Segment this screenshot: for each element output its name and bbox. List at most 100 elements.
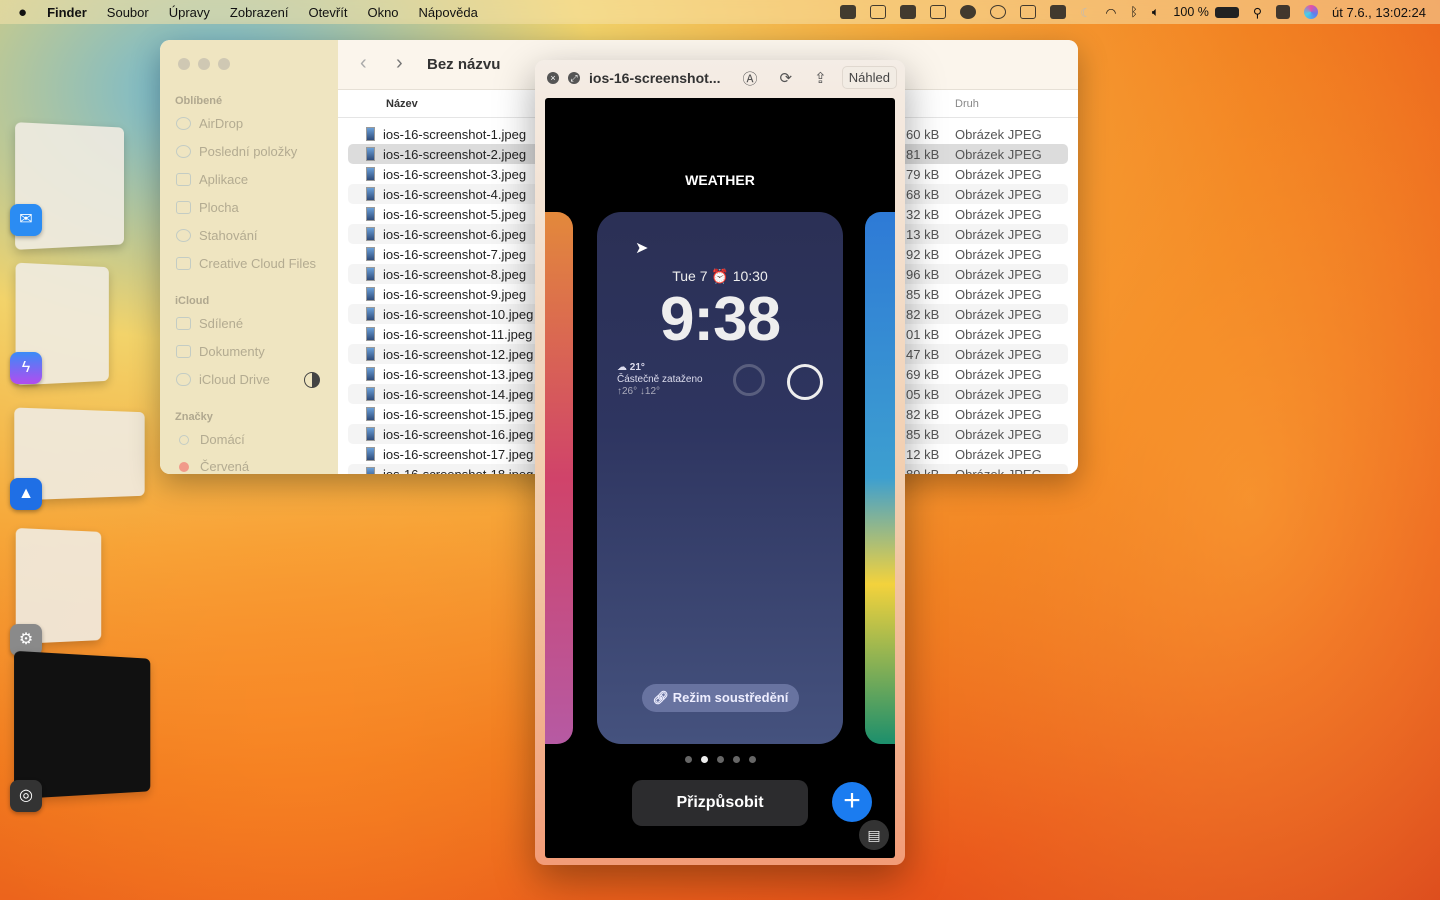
- volume-icon[interactable]: 🔈︎: [1152, 5, 1160, 20]
- add-icon: +: [832, 782, 872, 822]
- minimize-button[interactable]: [198, 58, 210, 70]
- column-kind[interactable]: Druh: [955, 98, 979, 110]
- menu-app-finder[interactable]: Finder: [47, 5, 87, 20]
- tag-dot-icon: [179, 435, 189, 445]
- quicklook-window: × ⤢ ios-16-screenshot... Ⓐ ⟳ ⇪ Náhled WE…: [535, 60, 905, 865]
- sidebar-item-documents[interactable]: Dokumenty: [176, 344, 265, 359]
- quicktime-app-icon: ◎: [10, 780, 42, 812]
- lock-date: Tue 7 ⏰ 10:30: [597, 268, 843, 285]
- file-name: ios-16-screenshot-18.jpeg: [383, 467, 533, 475]
- battery-icon[interactable]: [1215, 7, 1239, 18]
- sidebar-item-shared[interactable]: Sdílené: [176, 316, 243, 331]
- alarm-time: 10:30: [733, 268, 768, 284]
- jpeg-thumbnail-icon: [366, 427, 375, 441]
- file-size: 79 kB: [906, 167, 939, 182]
- close-icon[interactable]: ×: [547, 72, 559, 84]
- sidebar-tag-red[interactable]: Červená: [176, 459, 249, 474]
- file-size: 82 kB: [906, 407, 939, 422]
- red-tag-dot-icon: [179, 462, 189, 472]
- sidebar-item-recents[interactable]: Poslední položky: [176, 144, 297, 159]
- file-size: 69 kB: [906, 367, 939, 382]
- open-with-preview-button[interactable]: Náhled: [842, 66, 897, 89]
- close-button[interactable]: [178, 58, 190, 70]
- jpeg-thumbnail-icon: [366, 467, 375, 474]
- siri-icon[interactable]: [1304, 5, 1318, 19]
- control-center-icon[interactable]: [1276, 5, 1290, 19]
- jpeg-thumbnail-icon: [366, 307, 375, 321]
- icloud-sync-status-icon[interactable]: [304, 372, 320, 388]
- sidebar-item-label: Poslední položky: [199, 144, 297, 159]
- display-flag-icon[interactable]: [900, 5, 916, 19]
- file-name: ios-16-screenshot-2.jpeg: [383, 147, 526, 162]
- file-size: 47 kB: [906, 347, 939, 362]
- sidebar-section-tags: Značky: [175, 411, 213, 423]
- dropbox-icon[interactable]: [930, 5, 946, 19]
- file-kind: Obrázek JPEG: [955, 447, 1042, 462]
- back-button[interactable]: ‹: [360, 52, 367, 75]
- fullscreen-icon[interactable]: ⤢: [568, 72, 580, 84]
- file-name: ios-16-screenshot-7.jpeg: [383, 247, 526, 262]
- menu-clock[interactable]: út 7.6., 13:02:24: [1332, 5, 1426, 20]
- sidebar-tag-home[interactable]: Domácí: [176, 432, 245, 447]
- desktop-icon: [176, 201, 191, 214]
- moon-icon[interactable]: ☾: [1080, 5, 1091, 20]
- jpeg-thumbnail-icon: [366, 407, 375, 421]
- sidebar-item-creative-cloud[interactable]: Creative Cloud Files: [176, 256, 316, 271]
- menu-file[interactable]: Soubor: [107, 5, 149, 20]
- wifi-icon[interactable]: ◠: [1105, 5, 1116, 20]
- forward-button[interactable]: ›: [396, 52, 403, 75]
- monitor-icon[interactable]: [1050, 5, 1066, 19]
- menu-go[interactable]: Otevřít: [308, 5, 347, 20]
- sidebar-item-desktop[interactable]: Plocha: [176, 200, 239, 215]
- bluetooth-icon[interactable]: ᛒ: [1130, 5, 1138, 19]
- finder-sidebar: Oblíbené AirDrop Poslední položky Aplika…: [160, 40, 338, 474]
- file-size: 12 kB: [906, 447, 939, 462]
- column-name[interactable]: Název: [386, 98, 418, 110]
- file-kind: Obrázek JPEG: [955, 467, 1042, 475]
- menu-help[interactable]: Nápověda: [419, 5, 478, 20]
- sidebar-item-airdrop[interactable]: AirDrop: [176, 116, 243, 131]
- sidebar-item-applications[interactable]: Aplikace: [176, 172, 248, 187]
- sidebar-item-label: Dokumenty: [199, 344, 265, 359]
- find-my-widget-icon: [733, 364, 765, 396]
- file-name: ios-16-screenshot-15.jpeg: [383, 407, 533, 422]
- quicklook-titlebar: × ⤢ ios-16-screenshot... Ⓐ ⟳ ⇪ Náhled: [535, 60, 905, 96]
- rotate-icon[interactable]: ⟳: [780, 69, 793, 87]
- menu-window[interactable]: Okno: [367, 5, 398, 20]
- page-dot: [685, 756, 692, 763]
- windows-icon[interactable]: [1020, 5, 1036, 19]
- menu-edit[interactable]: Úpravy: [169, 5, 210, 20]
- temperature: 21°: [630, 362, 645, 373]
- next-wallpaper-card: [865, 212, 895, 744]
- clock-icon: [176, 145, 191, 158]
- pot-icon[interactable]: [960, 5, 976, 19]
- menu-view[interactable]: Zobrazení: [230, 5, 289, 20]
- zoom-button[interactable]: [218, 58, 230, 70]
- apple-menu[interactable]: ●: [18, 4, 27, 21]
- page-dot: [749, 756, 756, 763]
- share-icon[interactable]: ⇪: [814, 69, 827, 87]
- sidebar-item-label: Stahování: [199, 228, 258, 243]
- shared-folder-icon: [176, 317, 191, 330]
- sidebar-section-favorites: Oblíbené: [175, 95, 222, 107]
- file-size: 85 kB: [906, 427, 939, 442]
- temperature-range: ↑26° ↓12°: [617, 386, 703, 398]
- page-dot: [733, 756, 740, 763]
- cloud-icon: [176, 373, 191, 386]
- adguard-shield-icon[interactable]: [870, 5, 886, 19]
- sidebar-item-label: Domácí: [200, 432, 245, 447]
- page-dot-active: [701, 756, 708, 763]
- markup-icon[interactable]: Ⓐ: [743, 68, 758, 89]
- file-name: ios-16-screenshot-3.jpeg: [383, 167, 526, 182]
- file-kind: Obrázek JPEG: [955, 167, 1042, 182]
- stage-window-quicktime[interactable]: [14, 651, 150, 799]
- spotlight-search-icon[interactable]: ⚲: [1253, 5, 1262, 20]
- file-size: 32 kB: [906, 207, 939, 222]
- prev-wallpaper-card: [545, 212, 573, 744]
- file-kind: Obrázek JPEG: [955, 247, 1042, 262]
- sidebar-item-downloads[interactable]: Stahování: [176, 228, 258, 243]
- live-text-icon[interactable]: ▤: [859, 820, 889, 850]
- creative-cloud-icon[interactable]: [840, 5, 856, 19]
- sidebar-item-icloud-drive[interactable]: iCloud Drive: [176, 372, 270, 387]
- user-icon[interactable]: [990, 5, 1006, 19]
